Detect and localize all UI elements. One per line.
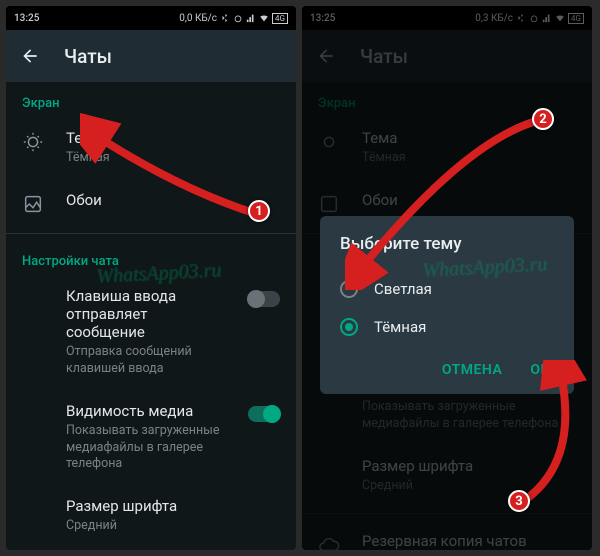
status-bar: 13:25 0,0 КБ/с 4G	[6, 6, 296, 30]
page-title: Чаты	[64, 45, 112, 68]
theme-dialog: Выберите тему Светлая Тёмная ОТМЕНА ОК	[320, 216, 574, 394]
phone-left: 13:25 0,0 КБ/с 4G Чаты Экран Тема Тёмная	[6, 6, 296, 550]
ok-button[interactable]: ОК	[530, 362, 550, 378]
marker-2: 2	[532, 108, 554, 130]
media-toggle[interactable]	[248, 406, 280, 422]
row-media-visibility[interactable]: Видимость медиа Показывать загруженные м…	[6, 390, 296, 486]
radio-dark-label: Тёмная	[374, 318, 426, 336]
enter-send-sub: Отправка сообщений клавишей ввода	[66, 344, 226, 378]
bluetooth-icon	[220, 13, 230, 23]
alarm-icon	[233, 13, 243, 23]
wallpaper-icon	[22, 193, 44, 215]
dialog-title: Выберите тему	[340, 234, 554, 254]
enter-send-label: Клавиша ввода отправляет сообщение	[66, 287, 226, 341]
radio-icon[interactable]	[340, 318, 358, 336]
row-font-size[interactable]: Размер шрифта Средний	[6, 485, 296, 547]
font-size-value: Средний	[66, 518, 280, 535]
battery-badge: 4G	[272, 13, 288, 24]
back-icon[interactable]	[20, 46, 40, 66]
row-enter-send[interactable]: Клавиша ввода отправляет сообщение Отпра…	[6, 275, 296, 390]
enter-send-toggle[interactable]	[248, 291, 280, 307]
theme-value: Тёмная	[66, 150, 280, 167]
status-icons: 0,0 КБ/с 4G	[179, 13, 288, 24]
settings-content: Экран Тема Тёмная Обои Настройки чата	[6, 82, 296, 550]
row-theme[interactable]: Тема Тёмная	[6, 117, 296, 179]
app-header: Чаты	[6, 30, 296, 82]
signal-icon	[246, 13, 256, 23]
phone-right: 13:25 0,3 КБ/с 4G Чаты Экран Тема Тёмная	[302, 6, 592, 550]
font-size-label: Размер шрифта	[66, 497, 280, 515]
wifi-icon	[259, 13, 269, 23]
cancel-button[interactable]: ОТМЕНА	[442, 362, 502, 378]
radio-light[interactable]: Светлая	[340, 270, 554, 308]
radio-dark[interactable]: Тёмная	[340, 308, 554, 346]
section-chat-settings: Настройки чата	[6, 240, 296, 275]
media-label: Видимость медиа	[66, 402, 226, 420]
media-sub: Показывать загруженные медиафайлы в гале…	[66, 423, 226, 474]
divider	[6, 233, 296, 234]
section-screen: Экран	[6, 82, 296, 117]
marker-3: 3	[508, 490, 530, 512]
status-time: 13:25	[14, 13, 39, 24]
radio-icon[interactable]	[340, 280, 358, 298]
theme-icon	[22, 131, 44, 153]
theme-label: Тема	[66, 129, 280, 147]
marker-1: 1	[248, 200, 270, 222]
radio-light-label: Светлая	[374, 280, 432, 298]
